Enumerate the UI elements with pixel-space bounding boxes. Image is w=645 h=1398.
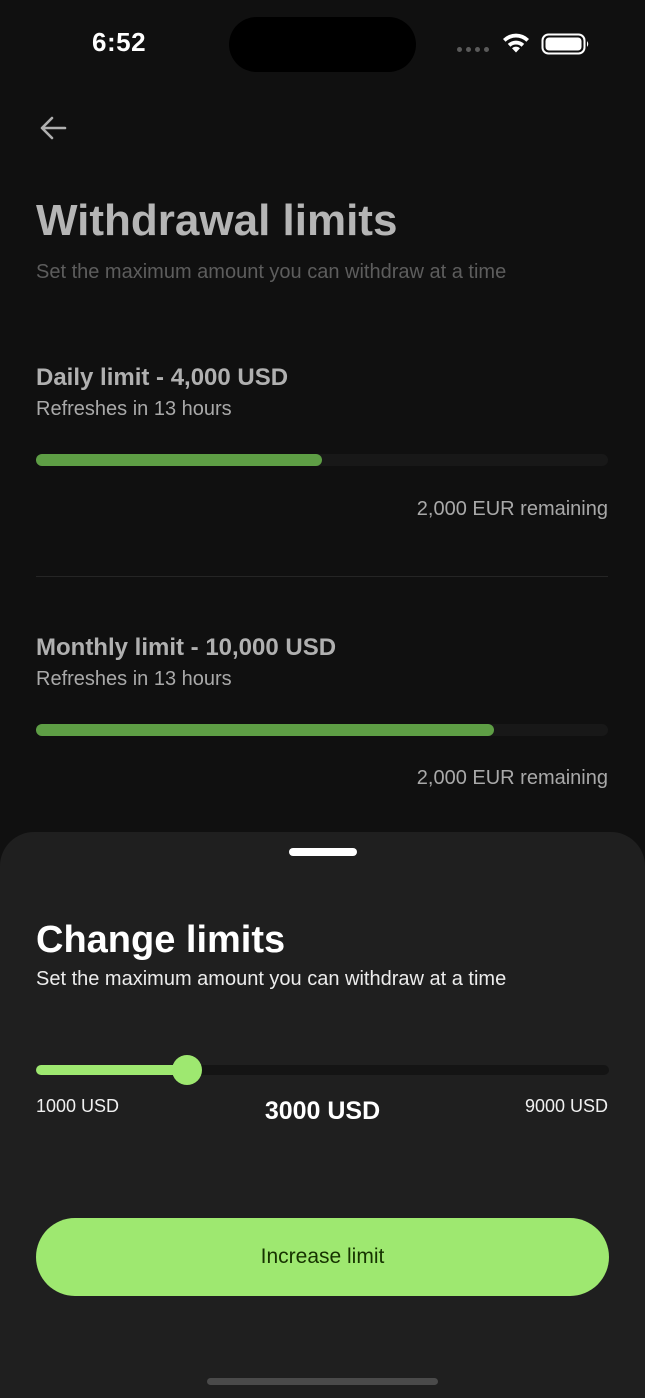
monthly-limit-remaining: 2,000 EUR remaining (416, 767, 608, 789)
sheet-drag-handle[interactable] (289, 848, 357, 856)
slider-fill (36, 1065, 187, 1075)
daily-limit-progress-fill (36, 454, 322, 466)
limit-slider[interactable] (36, 1054, 609, 1086)
daily-limit-remaining: 2,000 EUR remaining (416, 498, 608, 520)
page-title: Withdrawal limits (36, 196, 398, 245)
sheet-title: Change limits (36, 919, 286, 961)
arrow-left-icon (40, 116, 67, 140)
increase-limit-button[interactable]: Increase limit (36, 1218, 609, 1296)
status-time: 6:52 (92, 27, 147, 57)
wifi-icon (503, 33, 529, 53)
monthly-limit-card: Monthly limit - 10,000 USD Refreshes in … (36, 634, 608, 804)
monthly-limit-progress-fill (36, 724, 494, 736)
monthly-limit-title: Monthly limit - 10,000 USD (36, 634, 337, 661)
slider-max-label: 9000 USD (524, 1096, 608, 1116)
monthly-limit-refresh: Refreshes in 13 hours (36, 668, 232, 690)
dynamic-island (229, 17, 416, 72)
daily-limit-progress (36, 454, 608, 466)
screen: 6:52 Withdrawal limits Set the maximum a… (0, 0, 645, 1398)
sheet-subtitle: Set the maximum amount you can withdraw … (36, 968, 507, 990)
signal-dots-icon (457, 47, 489, 52)
daily-limit-refresh: Refreshes in 13 hours (36, 398, 232, 420)
daily-limit-card: Daily limit - 4,000 USD Refreshes in 13 … (36, 364, 608, 534)
back-button[interactable] (36, 110, 72, 146)
page-subtitle: Set the maximum amount you can withdraw … (36, 261, 507, 283)
change-limits-sheet: Change limits Set the maximum amount you… (0, 832, 645, 1398)
home-indicator (207, 1378, 438, 1385)
slider-thumb[interactable] (171, 1055, 202, 1085)
daily-limit-title: Daily limit - 4,000 USD (36, 364, 289, 391)
monthly-limit-progress (36, 724, 608, 736)
battery-icon (541, 33, 589, 55)
divider (36, 576, 608, 577)
status-bar: 6:52 (0, 0, 645, 90)
